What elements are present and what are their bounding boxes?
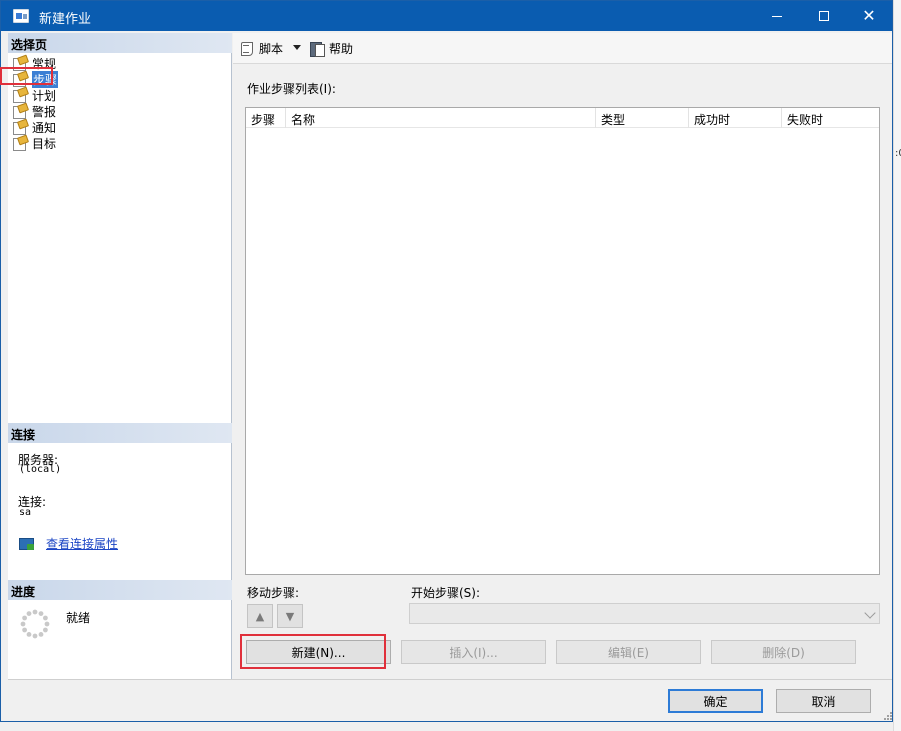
connection-header: 连接 (8, 423, 232, 443)
column-header-on-success[interactable]: 成功时 (689, 108, 782, 128)
table-header: 步骤 名称 类型 成功时 失败时 (246, 108, 879, 128)
server-value: (local) (19, 464, 62, 475)
ok-button[interactable]: 确定 (668, 689, 763, 713)
page-item-notifications[interactable]: 通知 (12, 119, 58, 135)
script-button[interactable]: 脚本 (239, 40, 283, 57)
progress-spinner-icon (20, 609, 50, 639)
maximize-icon (819, 11, 829, 21)
close-button[interactable]: ✕ (846, 1, 892, 31)
close-icon: ✕ (862, 6, 876, 25)
page-item-targets[interactable]: 目标 (12, 135, 58, 151)
page-icon (12, 136, 28, 151)
move-step-down-button[interactable]: ▼ (277, 604, 303, 628)
move-step-label: 移动步骤: (247, 586, 300, 600)
page-item-label: 计划 (32, 88, 57, 103)
left-panel: 选择页 常规 步骤 计划 警报 通知 目标 连接 服务器: (local) 连接… (8, 33, 232, 679)
edit-step-button[interactable]: 编辑(E) (556, 640, 701, 664)
title-bar[interactable]: 新建作业 ✕ (1, 1, 892, 31)
select-page-header: 选择页 (8, 33, 232, 53)
new-button-highlight (240, 634, 386, 669)
start-step-label: 开始步骤(S): (411, 586, 481, 600)
background-text-fragment: :0 (895, 148, 901, 159)
column-header-type[interactable]: 类型 (596, 108, 689, 128)
page-item-label: 目标 (32, 136, 57, 151)
cancel-button[interactable]: 取消 (776, 689, 871, 713)
view-connection-properties-link[interactable]: 查看连接属性 (18, 535, 118, 552)
page-icon (12, 120, 28, 135)
job-steps-table[interactable]: 步骤 名称 类型 成功时 失败时 (245, 107, 880, 575)
job-steps-list-label: 作业步骤列表(I): (247, 82, 336, 96)
insert-step-button[interactable]: 插入(I)... (401, 640, 546, 664)
page-icon (12, 88, 28, 103)
script-icon (239, 41, 255, 56)
maximize-button[interactable] (801, 1, 847, 31)
connection-value: sa (19, 507, 32, 518)
toolbar: 脚本 帮助 (233, 33, 892, 64)
footer-divider (8, 679, 892, 680)
move-step-up-button[interactable]: ▲ (247, 604, 273, 628)
chevron-down-icon (864, 607, 876, 619)
column-header-step[interactable]: 步骤 (246, 108, 286, 128)
steps-selection-highlight (0, 67, 53, 85)
minimize-button[interactable] (754, 1, 800, 31)
delete-step-button[interactable]: 删除(D) (711, 640, 856, 664)
column-header-on-failure[interactable]: 失败时 (782, 108, 879, 128)
page-item-alerts[interactable]: 警报 (12, 103, 58, 119)
view-connection-properties-text: 查看连接属性 (46, 537, 119, 551)
background-window-edge: :0 (893, 0, 901, 731)
minimize-icon (772, 15, 782, 17)
page-item-label: 警报 (32, 104, 57, 119)
page-item-schedule[interactable]: 计划 (12, 87, 58, 103)
script-label: 脚本 (259, 42, 284, 56)
start-step-select[interactable] (409, 603, 880, 624)
column-header-name[interactable]: 名称 (286, 108, 596, 128)
help-label: 帮助 (329, 42, 354, 56)
window-title: 新建作业 (39, 12, 92, 27)
app-icon (13, 9, 29, 23)
help-button[interactable]: 帮助 (309, 40, 353, 57)
arrow-up-icon: ▲ (255, 609, 265, 623)
connection-properties-icon (18, 537, 36, 551)
progress-header: 进度 (8, 580, 232, 600)
page-item-label: 通知 (32, 120, 57, 135)
script-dropdown-arrow-icon[interactable] (293, 45, 301, 50)
help-icon (309, 41, 325, 57)
resize-grip-icon[interactable] (884, 712, 892, 720)
progress-status: 就绪 (66, 611, 91, 625)
page-icon (12, 104, 28, 119)
arrow-down-icon: ▼ (285, 609, 295, 623)
